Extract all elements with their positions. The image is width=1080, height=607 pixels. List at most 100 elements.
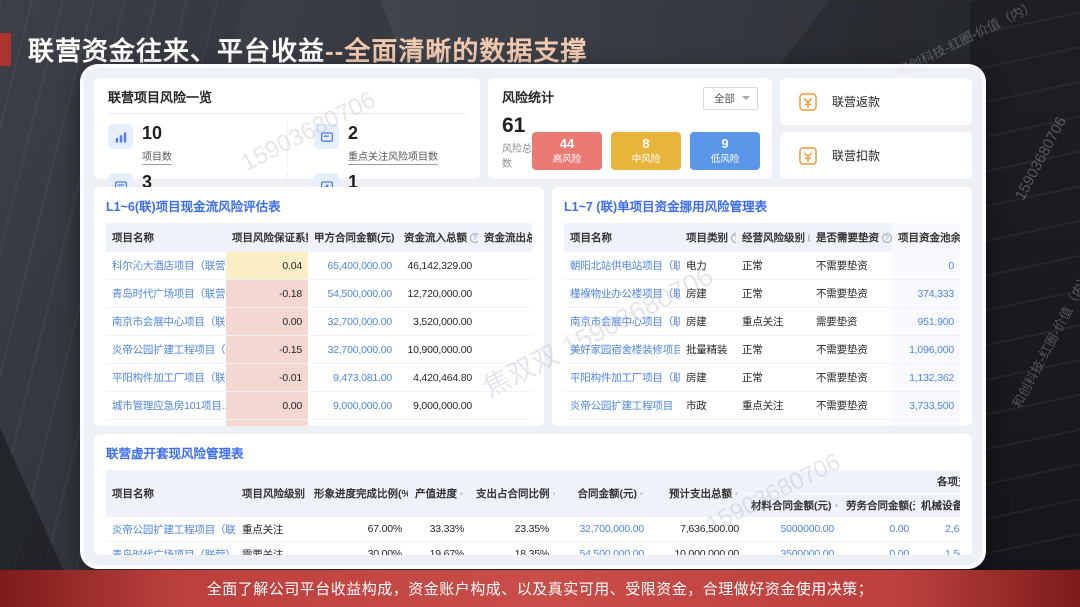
cell-coef: 0.00 (226, 420, 308, 427)
column-header-project-name[interactable]: 项目名称 (564, 223, 680, 252)
cell-name[interactable]: 奥林匹克体育中心项目（... (106, 420, 226, 427)
dashboard-card: 联营项目风险一览 10 项目数 2 (80, 64, 986, 569)
table-row: 平阳构件加工厂项目（联...房建正常不需要垫资1,132,362 (564, 364, 960, 392)
table-header-row: 项目名称 项目类别 经营风险级别 是否需要垫资 项目资金池余额(元)(元) (564, 223, 960, 252)
risk-total-label: 风险总数 (502, 140, 532, 170)
column-header-risk-level[interactable]: 经营风险级别 (736, 223, 810, 252)
cell-balance: 1,132,362 (892, 364, 960, 392)
column-header-contract-amount[interactable]: 合同金额(元) (555, 470, 650, 517)
table-row: 科尔沁大酒店项目（联营）0.0465,400,000.0046,142,329.… (106, 252, 532, 280)
fund-misuse-table-title: L1~7 (联)单项目资金挪用风险管理表 (564, 196, 960, 215)
badge-label: 中风险 (632, 151, 661, 165)
low-risk-badge[interactable]: 9 低风险 (690, 132, 760, 170)
cell-inflow: 10,900,000.00 (398, 336, 478, 364)
table-row: 炎帝公园扩建工程项目（...-0.1532,700,000.0010,900,0… (106, 336, 532, 364)
cell-name[interactable]: 平阳构件加工厂项目（联... (106, 364, 226, 392)
joint-deduction-button[interactable]: 联营扣款 (780, 132, 972, 179)
risk-statistics-panel: 风险统计 全部 61 风险总数 44 高风险 8 中风险 (488, 78, 772, 179)
cell-name[interactable]: 槿褓物业办公楼项目（联... (564, 280, 680, 308)
column-header-party-a-amount[interactable]: 甲方合同金额(元) (308, 223, 398, 252)
stat-label[interactable]: 项目数 (142, 148, 172, 165)
footer-text: 全面了解公司平台收益构成，资金账户构成、以及真实可用、受限资金，合理做好资金使用… (207, 578, 874, 599)
info-icon[interactable] (731, 233, 736, 243)
column-header-advance-needed[interactable]: 是否需要垫资 (810, 223, 892, 252)
cell-material: 3500000.00 (745, 542, 840, 556)
cell-advance: 不需要垫资 (810, 280, 892, 308)
column-header-project-name[interactable]: 项目名称 (106, 470, 236, 517)
title-accent-bar (0, 33, 11, 66)
cell-party_a: 32,700,000.00 (308, 308, 398, 336)
cell-category: 批量精装 (680, 336, 736, 364)
cell-outflow: 1,106 (478, 420, 532, 427)
cell-name[interactable]: 南京市会展中心项目（联... (106, 308, 226, 336)
cell-coef: 0.00 (226, 392, 308, 420)
action-label: 联营扣款 (832, 147, 880, 164)
badge-value: 9 (721, 137, 728, 152)
column-header-inflow-total[interactable]: 资金流入总额 (398, 223, 478, 252)
risk-overview-panel: 联营项目风险一览 10 项目数 2 (94, 78, 480, 179)
info-icon[interactable] (882, 233, 892, 243)
cell-advance: 不需要垫资 (810, 420, 892, 427)
badge-label: 低风险 (711, 151, 740, 165)
column-header-outflow-total[interactable]: 资金流出总额 (478, 223, 532, 252)
cell-name[interactable]: 朝阳北站供电站项目（联... (564, 252, 680, 280)
column-header-image-progress[interactable]: 形象进度完成比例(%) (308, 470, 408, 517)
cell-name[interactable]: 城市管理应急房101项目... (106, 392, 226, 420)
cell-material: 5000000.00 (745, 517, 840, 542)
cell-name[interactable]: 科尔沁大酒店项目（联营） (106, 252, 226, 280)
cell-name[interactable]: 南京市会展中心项目（联... (564, 308, 680, 336)
column-header-risk-coefficient[interactable]: 项目风险保证系数 (226, 223, 308, 252)
cell-name[interactable]: 青岛时代广场项目（联营） (106, 542, 236, 556)
cell-coef: 0.00 (226, 308, 308, 336)
cell-name[interactable]: 青岛时代广场项目（联营） (106, 280, 226, 308)
cell-name[interactable]: 炎帝公园扩建工程项目（... (564, 392, 680, 420)
column-header-material-contract[interactable]: 材料合同金额(元) (745, 494, 840, 518)
high-risk-badge[interactable]: 44 高风险 (532, 132, 602, 170)
table-header-row: 项目名称 项目风险保证系数 甲方合同金额(元) 资金流入总额 资金流出总额 (106, 223, 532, 252)
watermark: 15903680706 (1012, 114, 1070, 203)
page-title-main: 联营资金往来、平台收益 (28, 36, 325, 66)
cell-name[interactable]: 奥林匹克体育中心项目（... (564, 420, 680, 427)
column-header-risk-level[interactable]: 项目风险级别 (236, 470, 308, 517)
cell-name[interactable]: 炎帝公园扩建工程项目（... (106, 336, 226, 364)
cell-name[interactable]: 炎帝公园扩建工程项目（联... (106, 517, 236, 542)
joint-refund-button[interactable]: 联营返款 (780, 78, 972, 125)
column-header-labor-contract[interactable]: 劳务合同金额(元) (840, 494, 915, 518)
column-header-pool-balance[interactable]: 项目资金池余额(元)(元) (892, 223, 960, 252)
table-row: 奥林匹克体育中心项目（...批量精装正常不需要垫资4,421,335 (564, 420, 960, 427)
risk-filter-value: 全部 (714, 93, 735, 105)
cell-outflow: 23,536 (478, 280, 532, 308)
page-title: 联营资金往来、平台收益--全面清晰的数据支撑 (0, 31, 587, 68)
column-header-estimated-expense[interactable]: 预计支出总额 (650, 470, 745, 517)
risk-overview-title: 联营项目风险一览 (108, 87, 466, 114)
cashout-risk-table-panel: 联营虚开套现风险管理表 项目名称 项目风险级别 形象进度完成比例(%) 产值进度… (94, 434, 972, 555)
cell-outflow: 12,771 (478, 252, 532, 280)
cell-name[interactable]: 平阳构件加工厂项目（联... (564, 364, 680, 392)
cashflow-table-title: L1~6(联)项目现金流风险评估表 (106, 196, 532, 215)
table-row: 城市管理应急房101项目...0.009,000,000.009,000,000… (106, 392, 532, 420)
column-header-category[interactable]: 项目类别 (680, 223, 736, 252)
cell-name[interactable]: 美好家园宿舍楼装修项目... (564, 336, 680, 364)
column-header-machinery-contract[interactable]: 机械设备合同金额(元) (915, 494, 960, 518)
cell-advance: 不需要垫资 (810, 364, 892, 392)
card-icon (314, 124, 339, 149)
cell-machine: 2,630,000.00 (915, 517, 960, 542)
cell-party_a: 8,267,541.00 (308, 420, 398, 427)
column-header-output-progress[interactable]: 产值进度 (408, 470, 470, 517)
cell-category: 电力 (680, 252, 736, 280)
info-icon[interactable] (470, 233, 478, 243)
risk-filter-select[interactable]: 全部 (703, 87, 758, 110)
stat-label[interactable]: 重点关注风险项目数 (348, 148, 438, 165)
cell-category: 房建 (680, 308, 736, 336)
cell-estimated: 7,636,500.00 (650, 517, 745, 542)
info-icon[interactable] (398, 233, 399, 243)
fund-misuse-table-panel: L1~7 (联)单项目资金挪用风险管理表 项目名称 项目类别 经营风险级别 是否… (552, 187, 972, 426)
info-icon[interactable] (808, 233, 810, 243)
column-header-expense-ratio[interactable]: 支出占合同比例 (470, 470, 555, 517)
cell-inflow: 9,000,000.00 (398, 392, 478, 420)
medium-risk-badge[interactable]: 8 中风险 (611, 132, 681, 170)
table-row: 槿褓物业办公楼项目（联...房建正常不需要垫资374,333 (564, 280, 960, 308)
red-envelope-icon (797, 91, 819, 113)
cell-progress: 67.00% (308, 517, 408, 542)
column-header-project-name[interactable]: 项目名称 (106, 223, 226, 252)
